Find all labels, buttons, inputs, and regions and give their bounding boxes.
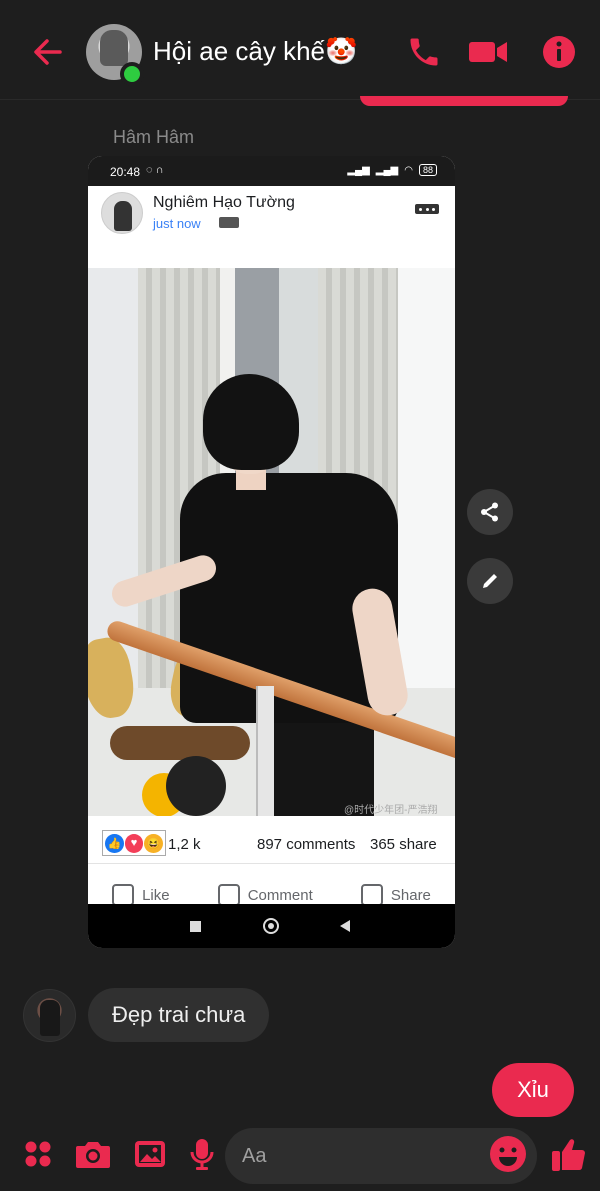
comment-count: 897 comments — [257, 836, 356, 853]
comment-icon — [217, 884, 240, 904]
recents-icon — [190, 921, 201, 932]
incoming-message[interactable]: Đẹp trai chưa — [88, 988, 270, 1042]
online-status-dot — [120, 62, 144, 86]
image-icon[interactable] — [130, 1134, 170, 1174]
share-count: 365 share — [370, 836, 437, 853]
screenshot-status-icons-left: ◌ ∩ — [146, 164, 164, 176]
privacy-icon — [219, 217, 239, 228]
sender-avatar[interactable] — [23, 989, 76, 1042]
screenshot-status-bar: 20:48 ◌ ∩ ▂▄▆ ▂▄▆ ◠ 88 — [88, 156, 455, 186]
screenshot-status-time: 20:48 — [110, 165, 141, 179]
post-actions: Like Comment Share — [88, 864, 455, 904]
like-icon — [112, 884, 135, 904]
post-author-avatar — [101, 192, 143, 234]
wifi-icon: ◠ — [404, 164, 413, 176]
outgoing-message[interactable]: Xỉu — [492, 1063, 574, 1117]
more-options-icon — [415, 204, 439, 214]
haha-reaction-icon: 😆 — [144, 833, 164, 853]
phone-icon[interactable] — [402, 30, 446, 74]
signal-icon-2: ▂▄▆ — [375, 164, 399, 176]
like-reaction-icon: 👍 — [105, 833, 124, 853]
comment-action: Comment — [217, 878, 313, 904]
love-reaction-icon: ♥ — [124, 833, 144, 853]
chat-header: Hội ae cây khế🤡 — [0, 0, 600, 100]
camera-icon[interactable] — [73, 1134, 113, 1174]
chat-title[interactable]: Hội ae cây khế🤡 — [153, 36, 357, 67]
share-post-icon — [360, 884, 383, 904]
like-action: Like — [112, 878, 170, 904]
previous-message-bubble — [360, 96, 568, 106]
video-camera-icon[interactable] — [466, 30, 510, 74]
post-author-name: Nghiêm Hạo Tường — [153, 194, 295, 211]
share-icon[interactable] — [467, 489, 513, 535]
screenshot-status-icons: ▂▄▆ ▂▄▆ ◠ 88 — [347, 164, 437, 176]
message-composer — [0, 1120, 600, 1191]
signal-icon: ▂▄▆ — [347, 164, 370, 176]
reaction-icons: 👍 ♥ 😆 — [102, 830, 166, 856]
shared-image-message[interactable]: 20:48 ◌ ∩ ▂▄▆ ▂▄▆ ◠ 88 Nghiêm Hạo Tường … — [88, 156, 455, 948]
post-time: just now — [153, 216, 201, 231]
battery-icon: 88 — [418, 164, 437, 176]
thumbs-up-icon[interactable] — [549, 1134, 589, 1174]
back-icon — [340, 920, 350, 932]
menu-dots-icon[interactable] — [18, 1134, 58, 1174]
share-action: Share — [360, 878, 431, 904]
microphone-icon[interactable] — [182, 1134, 222, 1174]
home-icon — [263, 918, 279, 934]
screenshot-nav-bar — [88, 904, 455, 948]
photo-watermark: @时代少年团-严浩翔 — [344, 805, 438, 816]
post-stats: 👍 ♥ 😆 1,2 k 897 comments 365 share — [88, 816, 455, 864]
reaction-count: 1,2 k — [168, 836, 201, 853]
edit-pencil-icon[interactable] — [467, 558, 513, 604]
messenger-chat-screen: Hội ae cây khế🤡 Hâm Hâm 20:48 ◌ ∩ ▂▄▆ ▂▄… — [0, 0, 600, 1191]
sender-name: Hâm Hâm — [113, 127, 195, 147]
emoji-icon[interactable] — [488, 1134, 528, 1174]
back-arrow-icon[interactable] — [26, 30, 70, 74]
post-photo: @时代少年团-严浩翔 — [88, 268, 455, 816]
info-icon[interactable] — [537, 30, 581, 74]
